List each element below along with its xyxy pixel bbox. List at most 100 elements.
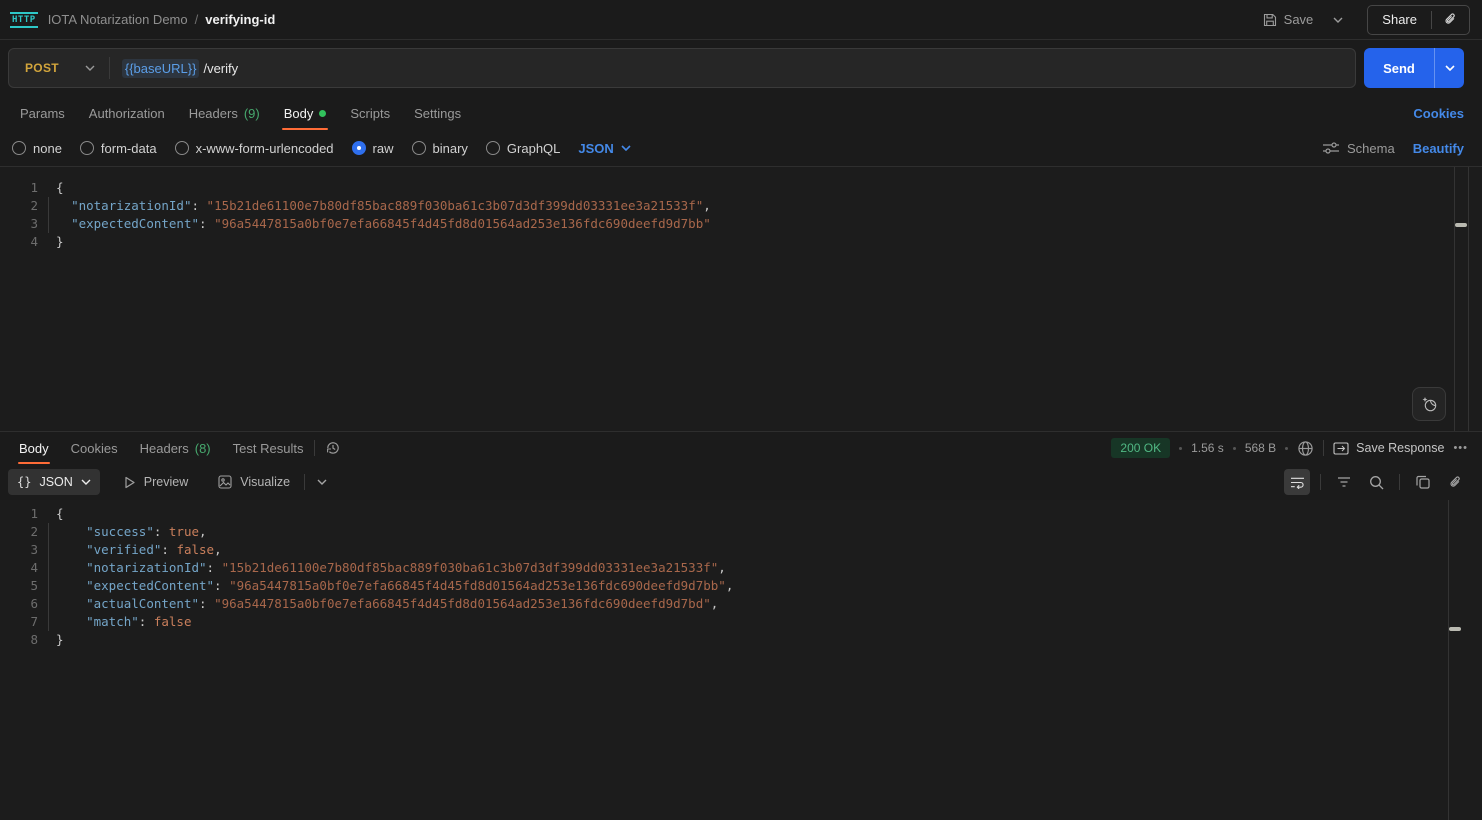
code-line[interactable]: 2 "success": true, (0, 523, 1482, 541)
code-text: "notarizationId": "15b21de61100e7b80df85… (38, 559, 726, 577)
tab-body[interactable]: Body (272, 96, 339, 130)
filter-button[interactable] (1331, 469, 1357, 495)
cookies-link[interactable]: Cookies (1413, 106, 1474, 121)
request-tabs: ParamsAuthorizationHeaders(9) Body Scripts… (8, 96, 473, 130)
copy-button[interactable] (1410, 469, 1436, 495)
line-number: 6 (0, 595, 38, 613)
tab-label: Body (284, 106, 314, 121)
response-editor-scroll-track[interactable] (1448, 500, 1462, 820)
response-format-selector[interactable]: {} JSON (8, 469, 100, 495)
response-tab-body[interactable]: Body (8, 432, 60, 464)
send-button[interactable]: Send (1364, 48, 1434, 88)
indent-guide (48, 523, 49, 541)
code-line[interactable]: 4 "notarizationId": "15b21de61100e7b80df… (0, 559, 1482, 577)
preview-label: Preview (144, 475, 188, 489)
more-options-icon[interactable]: ••• (1453, 442, 1468, 454)
network-globe-icon[interactable] (1297, 440, 1314, 457)
chevron-down-icon (81, 479, 91, 485)
tab-params[interactable]: Params (8, 96, 77, 130)
code-line[interactable]: 1{ (0, 179, 1482, 197)
tab-label: Settings (414, 106, 461, 121)
body-mode-form-data[interactable]: form-data (80, 141, 157, 156)
body-mode-none[interactable]: none (12, 141, 62, 156)
response-tab-cookies[interactable]: Cookies (60, 432, 129, 464)
copy-link-button[interactable] (1442, 469, 1468, 495)
url-variable-chip[interactable]: {{baseURL}} (122, 59, 200, 78)
body-mode-binary[interactable]: binary (412, 141, 468, 156)
code-line[interactable]: 7 "match": false (0, 613, 1482, 631)
body-mode-bar: none form-data x-www-form-urlencoded raw bin… (0, 130, 1482, 166)
code-line[interactable]: 1{ (0, 505, 1482, 523)
code-text: "success": true, (38, 523, 207, 541)
request-body-editor[interactable]: 1{2 "notarizationId": "15b21de61100e7b80… (0, 166, 1482, 432)
response-time[interactable]: 1.56 s (1191, 441, 1224, 455)
play-icon (124, 476, 136, 489)
meta-separator-dot (1233, 447, 1236, 450)
save-button[interactable]: Save (1259, 7, 1318, 32)
response-tab-headers[interactable]: Headers(8) (129, 432, 222, 464)
chevron-down-icon (1333, 17, 1343, 23)
line-number: 2 (0, 523, 38, 541)
indent-guide (48, 559, 49, 577)
search-button[interactable] (1363, 469, 1389, 495)
radio-label: raw (373, 141, 394, 156)
modified-dot-indicator (319, 110, 326, 117)
response-editor-scroll-thumb[interactable] (1449, 627, 1461, 631)
code-line[interactable]: 8} (0, 631, 1482, 649)
chevron-down-icon (85, 65, 95, 71)
breadcrumb-collection[interactable]: IOTA Notarization Demo (48, 12, 188, 27)
wrap-text-button[interactable] (1284, 469, 1310, 495)
indent-guide (48, 613, 49, 631)
body-mode-graphql[interactable]: GraphQL (486, 141, 560, 156)
raw-language-selector[interactable]: JSON (578, 141, 630, 156)
tab-headers[interactable]: Headers(9) (177, 96, 272, 130)
indent-guide (48, 215, 49, 233)
toolbar-divider (1399, 474, 1400, 490)
copy-link-button[interactable] (1432, 12, 1469, 27)
code-line[interactable]: 5 "expectedContent": "96a5447815a0bf0e7e… (0, 577, 1482, 595)
postbot-button[interactable] (1412, 387, 1446, 421)
response-tabs-divider (314, 440, 315, 456)
breadcrumb-request-name[interactable]: verifying-id (205, 12, 275, 27)
save-response-button[interactable]: Save Response (1333, 441, 1444, 455)
code-line[interactable]: 6 "actualContent": "96a5447815a0bf0e7efa… (0, 595, 1482, 613)
share-button[interactable]: Share (1368, 12, 1431, 27)
tab-settings[interactable]: Settings (402, 96, 473, 130)
line-number: 5 (0, 577, 38, 595)
code-line[interactable]: 2 "notarizationId": "15b21de61100e7b80df… (0, 197, 1482, 215)
indent-guide (48, 577, 49, 595)
app-window: HTTP IOTA Notarization Demo / verifying-… (0, 0, 1482, 820)
url-input[interactable]: {{baseURL}} /verify (110, 59, 250, 78)
response-body-editor[interactable]: 1{2 "success": true,3 "verified": false,… (0, 500, 1482, 820)
tab-label: Scripts (350, 106, 390, 121)
response-tab-test-results[interactable]: Test Results (222, 432, 315, 464)
copy-icon (1416, 475, 1430, 489)
tab-scripts[interactable]: Scripts (338, 96, 402, 130)
image-icon (218, 475, 232, 489)
method-selector[interactable]: POST (9, 61, 109, 75)
save-options-chevron[interactable] (1327, 12, 1349, 28)
visualize-button[interactable]: Visualize (208, 475, 300, 489)
body-mode-raw[interactable]: raw (352, 141, 394, 156)
request-editor-scroll-thumb[interactable] (1455, 223, 1467, 227)
body-mode-x-www-form-urlencoded[interactable]: x-www-form-urlencoded (175, 141, 334, 156)
beautify-button[interactable]: Beautify (1413, 141, 1464, 156)
preview-button[interactable]: Preview (114, 475, 198, 489)
format-options-chevron[interactable] (309, 469, 335, 495)
save-label: Save (1284, 12, 1314, 27)
response-history-icon[interactable] (325, 440, 341, 456)
response-size[interactable]: 568 B (1245, 441, 1276, 455)
send-button-group: Send (1364, 48, 1464, 88)
status-badge[interactable]: 200 OK (1111, 438, 1170, 458)
code-line[interactable]: 4} (0, 233, 1482, 251)
tab-authorization[interactable]: Authorization (77, 96, 177, 130)
schema-button[interactable]: Schema (1323, 141, 1395, 156)
request-editor-gutter-line (1468, 167, 1482, 431)
code-line[interactable]: 3 "verified": false, (0, 541, 1482, 559)
request-editor-scroll-track[interactable] (1454, 167, 1468, 431)
meta-separator-dot (1179, 447, 1182, 450)
code-line[interactable]: 3 "expectedContent": "96a5447815a0bf0e7e… (0, 215, 1482, 233)
visualize-label: Visualize (240, 475, 290, 489)
send-options-button[interactable] (1434, 48, 1464, 88)
response-format-label: JSON (39, 475, 72, 489)
